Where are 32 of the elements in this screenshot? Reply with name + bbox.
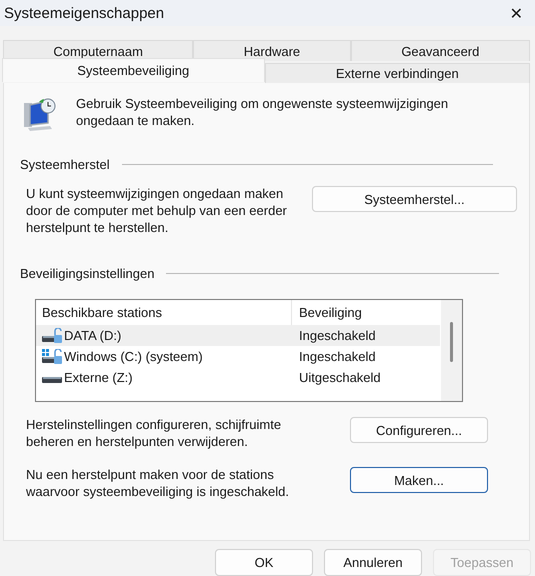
intro-text: Gebruik Systeembeveiliging om ongewenste systeemwijzigingen ongedaan te maken.: [76, 95, 450, 129]
drive-name: DATA (D:): [64, 328, 122, 343]
close-button[interactable]: ✕: [504, 2, 529, 24]
tab[interactable]: Systeembeveiliging: [2, 58, 264, 82]
tab[interactable]: Geavanceerd: [350, 40, 530, 61]
drive-icon: [42, 377, 62, 383]
column-header[interactable]: Beveiliging: [292, 300, 362, 325]
action-description: Nu een herstelpunt maken voor de stations waarvoor systeembeveiliging is ingeschakeld.: [26, 466, 290, 500]
drive-lock-icon: [42, 328, 62, 343]
dialog-button[interactable]: OK: [215, 549, 313, 576]
action-description: Herstelinstellingen configureren, schijfruimte beheren en herstelpunten verwijderen.: [26, 416, 282, 450]
protection-status: Ingeschakeld: [298, 328, 376, 343]
drive-name: Windows (C:) (systeem): [64, 349, 203, 364]
tab[interactable]: Hardware: [193, 40, 351, 61]
scrollbar-thumb[interactable]: [450, 322, 453, 362]
computer-clock-icon: [22, 97, 58, 131]
action-button[interactable]: Configureren...: [350, 417, 488, 443]
section-heading: Beveiligingsinstellingen: [20, 266, 154, 281]
drive-name: Externe (Z:): [64, 370, 133, 385]
protection-status: Uitgeschakeld: [298, 370, 381, 385]
drive-row[interactable]: Windows (C:) (systeem) Ingeschakeld: [36, 346, 440, 367]
system-restore-button[interactable]: Systeemherstel...: [312, 186, 517, 212]
restore-description: U kunt systeemwijzigingen ongedaan maken door de computer met behulp van een eerder herstelpunt te herstellen.: [26, 185, 288, 236]
drive-row[interactable]: Externe (Z:) Uitgeschakeld: [36, 367, 440, 388]
drive-lock-icon: [42, 349, 62, 364]
drive-row[interactable]: DATA (D:) Ingeschakeld: [36, 325, 440, 346]
section-heading: Systeemherstel: [20, 157, 110, 172]
dialog-button[interactable]: Annuleren: [324, 549, 422, 576]
tab[interactable]: Externe verbindingen: [264, 63, 530, 83]
window-title: Systeemeigenschappen: [4, 4, 164, 22]
action-button[interactable]: Maken...: [350, 467, 488, 493]
protection-status: Ingeschakeld: [298, 349, 376, 364]
